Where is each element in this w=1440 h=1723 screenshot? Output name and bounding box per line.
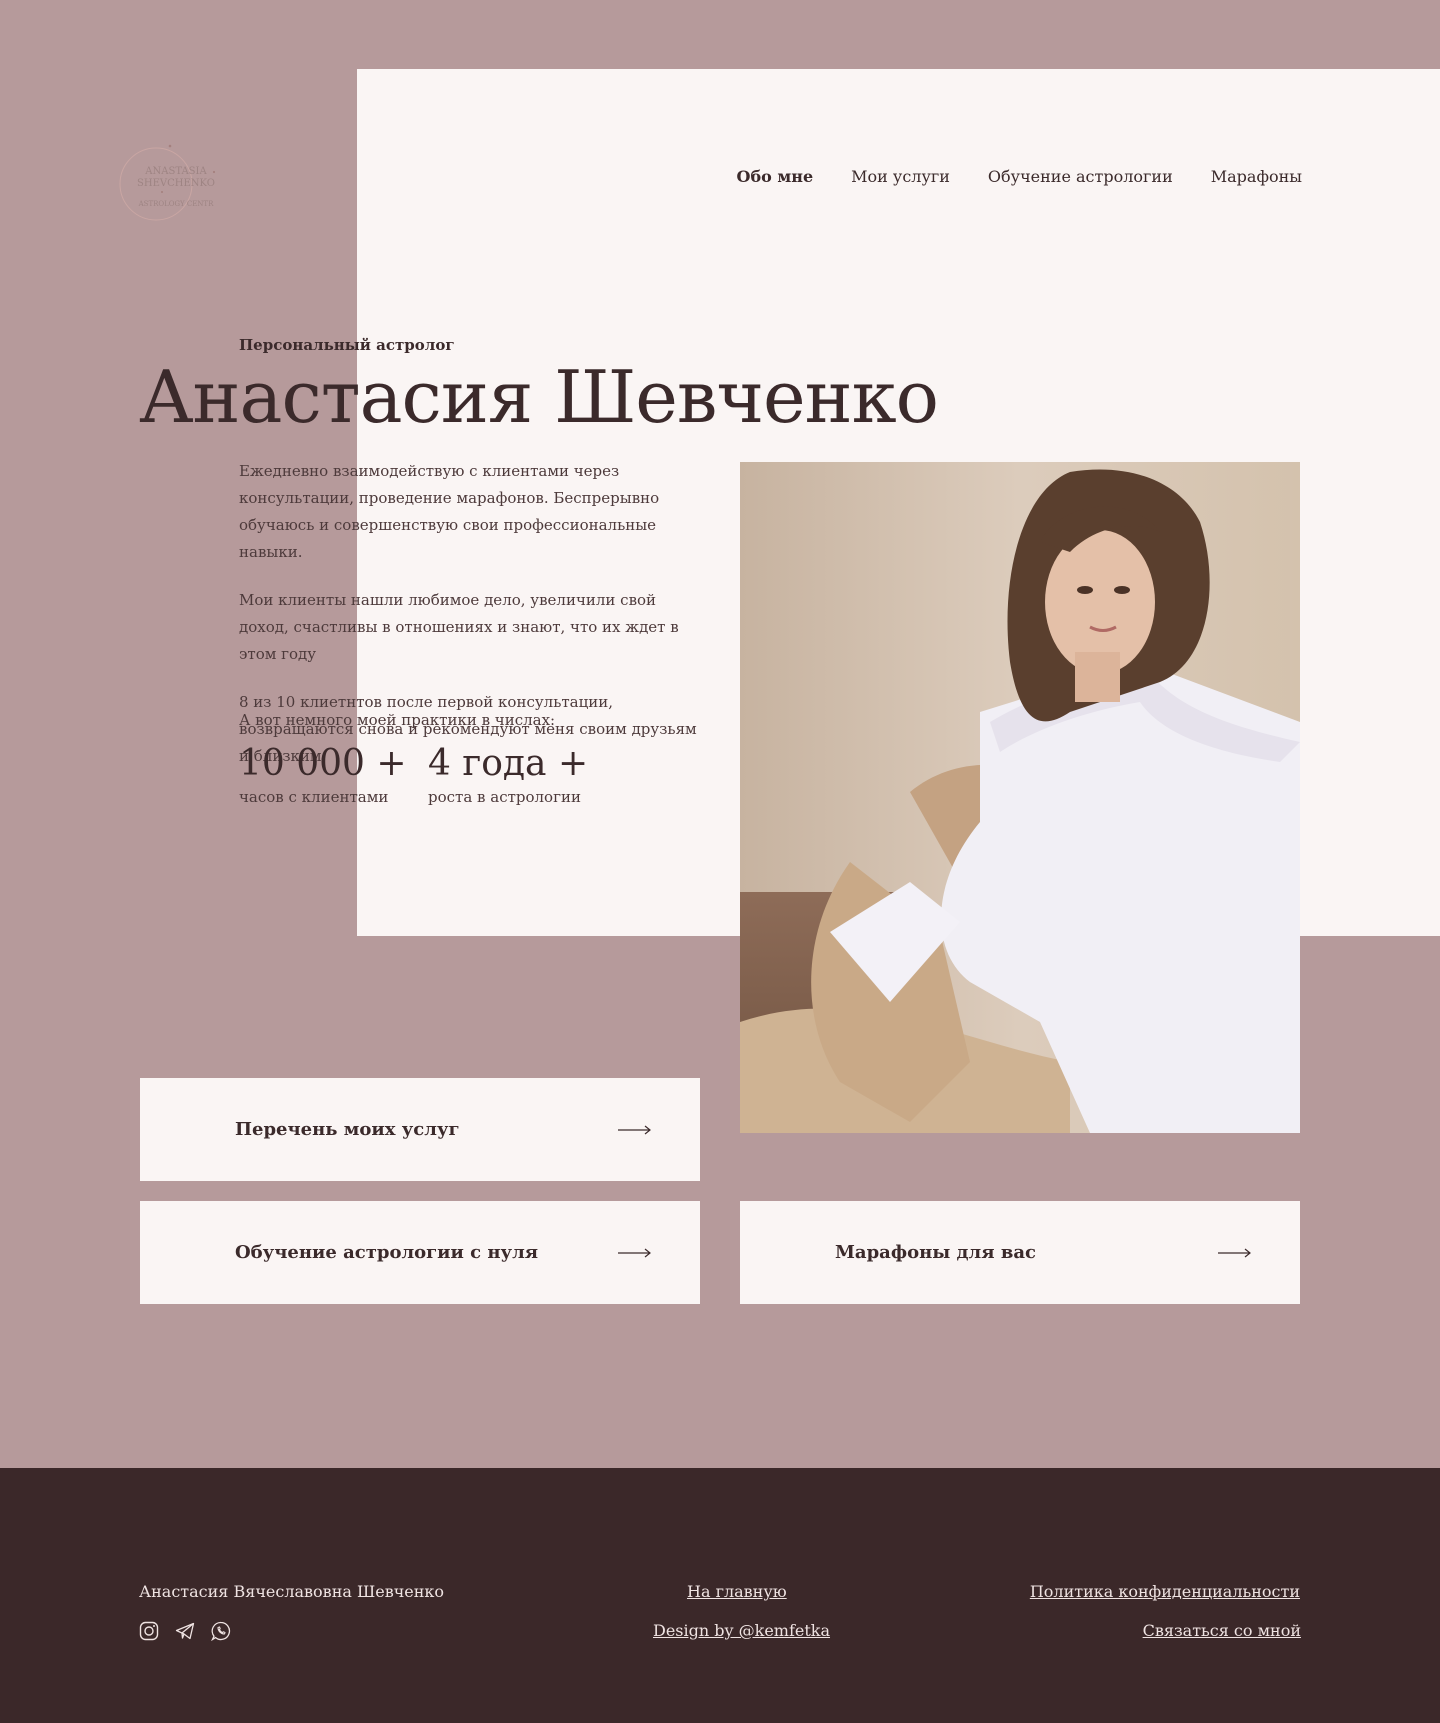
card-label: Марафоны для вас [835, 1242, 1036, 1263]
brand-logo[interactable]: ANASTASIA SHEVCHENKO ASTROLOGY CENTR [118, 140, 222, 224]
stat-caption: часов с клиентами [239, 788, 389, 806]
footer: Анастасия Вячеславовна Шевченко На главн… [0, 1468, 1440, 1723]
marathons-card[interactable]: Марафоны для вас [740, 1201, 1300, 1304]
stat-hours: 10 000 + часов с клиентами [239, 742, 407, 806]
logo-line-2: SHEVCHENKO [137, 178, 215, 189]
nav-item-astrology-training[interactable]: Обучение астрологии [988, 167, 1173, 186]
whatsapp-icon[interactable] [211, 1621, 231, 1642]
main-nav: Обо мне Мои услуги Обучение астрологии М… [737, 167, 1303, 186]
arrow-right-icon [618, 1248, 651, 1257]
services-card[interactable]: Перечень моих услуг [140, 1078, 700, 1181]
stat-value: 4 года + [428, 743, 589, 784]
arrow-right-icon [1218, 1248, 1251, 1257]
portrait-photo [740, 462, 1300, 1133]
nav-item-services[interactable]: Мои услуги [851, 167, 950, 186]
footer-owner-name: Анастасия Вячеславовна Шевченко [139, 1582, 445, 1601]
nav-item-marathons[interactable]: Марафоны [1211, 167, 1302, 186]
stat-value: 10 000 + [239, 743, 407, 784]
logo-line-3: ASTROLOGY CENTR [138, 200, 214, 208]
nav-item-about[interactable]: Обо мне [737, 167, 814, 186]
intro-paragraph-2: Мои клиенты нашли любимое дело, увеличил… [239, 591, 679, 663]
card-label: Перечень моих услуг [235, 1119, 460, 1140]
arrow-right-icon [618, 1125, 651, 1134]
telegram-icon[interactable] [175, 1621, 195, 1641]
logo-line-1: ANASTASIA [144, 166, 207, 177]
stat-years: 4 года + роста в астрологии [428, 742, 588, 806]
instagram-icon[interactable] [139, 1621, 159, 1641]
stats-lead: А вот немного моей практики в числах: [239, 711, 556, 729]
designer-credit-link[interactable]: Design by @kemfetka [653, 1621, 830, 1640]
page-title: Анастасия Шевченко [139, 355, 939, 439]
astrology-training-card[interactable]: Обучение астрологии с нуля [140, 1201, 700, 1304]
privacy-policy-link[interactable]: Политика конфиденциальности [1030, 1582, 1300, 1601]
stat-caption: роста в астрологии [428, 788, 581, 806]
social-links [139, 1621, 231, 1642]
home-link[interactable]: На главную [687, 1582, 787, 1601]
hero-eyebrow: Персональный астролог [239, 336, 455, 354]
intro-paragraph-1: Ежедневно взаимодействую с клиентами чер… [239, 462, 660, 561]
contact-link[interactable]: Связаться со мной [1143, 1621, 1301, 1640]
card-label: Обучение астрологии с нуля [235, 1242, 539, 1263]
